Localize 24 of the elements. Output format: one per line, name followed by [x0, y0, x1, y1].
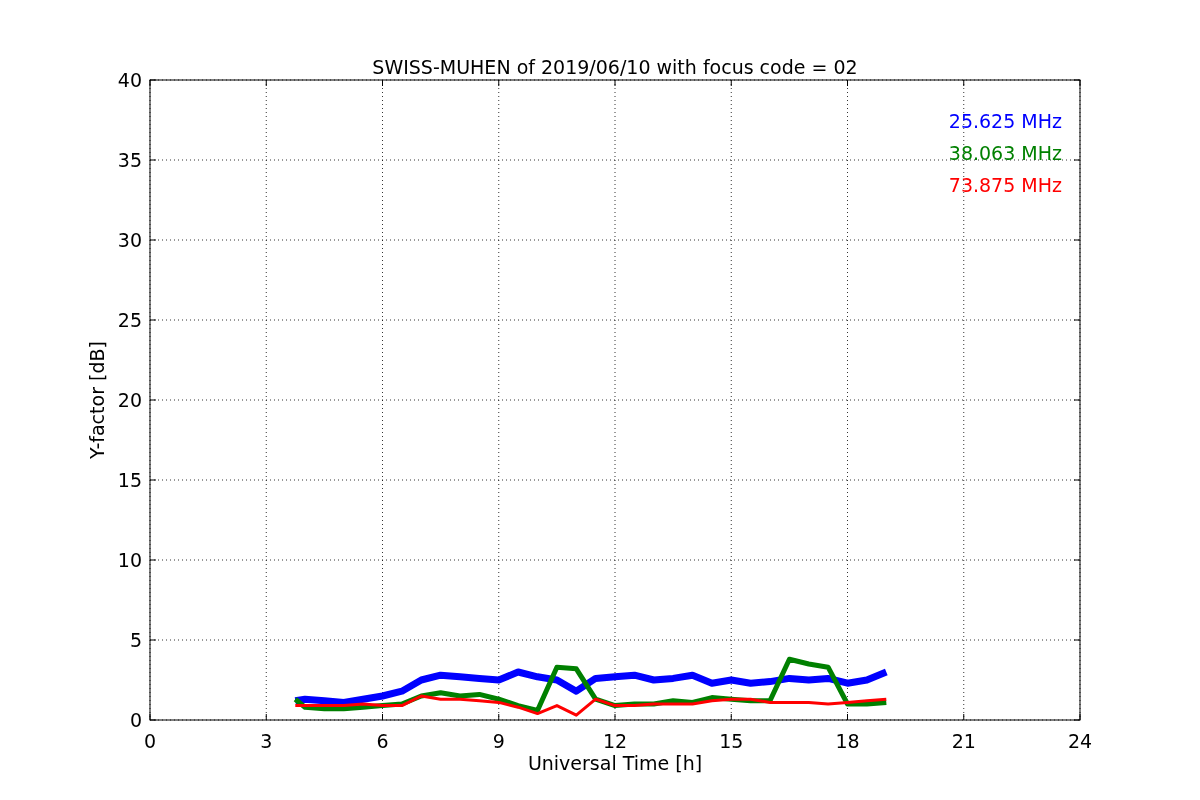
tick-label: 0 — [143, 730, 157, 752]
tick-label: 3 — [260, 730, 273, 752]
tick-label: 25 — [117, 309, 142, 331]
tick-label: 24 — [1067, 730, 1093, 752]
tick-label: 15 — [117, 469, 142, 491]
tick-label: 20 — [117, 389, 142, 411]
x-axis-label: Universal Time [h] — [527, 752, 703, 774]
tick-label: 5 — [129, 629, 142, 651]
y-axis-label: Y-factor [dB] — [86, 341, 108, 459]
tick-label: 9 — [492, 730, 505, 752]
tick-label: 35 — [117, 149, 142, 171]
tick-label: 30 — [117, 229, 142, 251]
tick-label: 0 — [129, 709, 142, 731]
legend-label: 25.625 MHz — [948, 110, 1062, 132]
tick-label: 10 — [117, 549, 142, 571]
tick-label: 21 — [951, 730, 976, 752]
legend-label: 73.875 MHz — [948, 174, 1062, 196]
tick-label: 15 — [719, 730, 744, 752]
tick-label: 6 — [376, 730, 389, 752]
legend-label: 38.063 MHz — [948, 142, 1062, 164]
tick-label: 12 — [602, 730, 628, 752]
tick-label: 18 — [835, 730, 860, 752]
tick-label: 40 — [117, 69, 142, 91]
chart-title: SWISS-MUHEN of 2019/06/10 with focus code = 02 — [372, 56, 858, 78]
